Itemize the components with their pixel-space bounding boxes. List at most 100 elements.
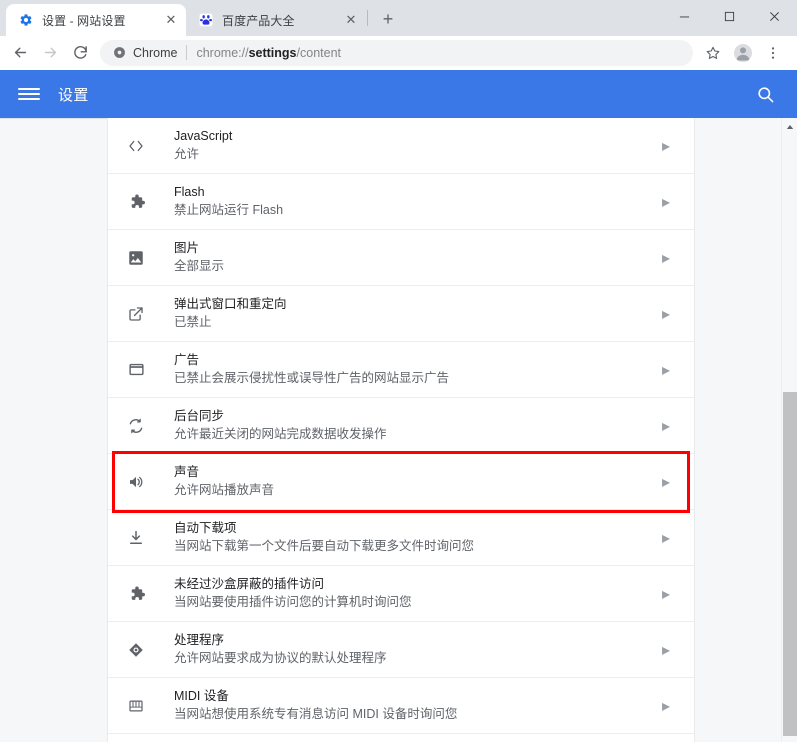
chevron-right-icon[interactable]: ▸ xyxy=(656,248,676,268)
settings-row-title: Flash xyxy=(174,185,205,199)
settings-row-text: 声音允许网站播放声音 xyxy=(174,464,656,499)
midi-icon xyxy=(124,694,148,718)
settings-row-subtitle: 允许最近关闭的网站完成数据收发操作 xyxy=(174,427,387,441)
settings-row-title: JavaScript xyxy=(174,129,233,143)
settings-row[interactable]: Flash 禁止网站运行 Flash ▸ xyxy=(108,174,694,230)
settings-row[interactable]: 后台同步 允许最近关闭的网站完成数据收发操作 ▸ xyxy=(108,398,694,454)
omnibox-divider xyxy=(186,45,188,60)
settings-row-title: 未经过沙盒屏蔽的插件访问 xyxy=(174,577,325,591)
settings-row-text: JavaScript 允许 xyxy=(174,128,656,163)
tab-strip: 设置 - 网站设置 ✕ 百度产品大全 ✕ + xyxy=(0,0,797,36)
tab-close-button[interactable]: ✕ xyxy=(342,11,360,29)
settings-row-text: 图片 全部显示 xyxy=(174,240,656,275)
settings-row[interactable]: JavaScript 允许 ▸ xyxy=(108,118,694,174)
tab-close-button[interactable]: ✕ xyxy=(162,11,180,29)
settings-row-text: 后台同步允许最近关闭的网站完成数据收发操作 xyxy=(174,408,656,443)
chrome-security-icon xyxy=(112,46,126,60)
chevron-right-icon[interactable]: ▸ xyxy=(656,304,676,324)
vertical-scrollbar[interactable] xyxy=(781,118,797,742)
settings-row[interactable]: 未经过沙盒屏蔽的插件访问 当网站要使用插件访问您的计算机时询问您 ▸ xyxy=(108,566,694,622)
download-icon xyxy=(124,526,148,550)
settings-row-title: 广告 xyxy=(174,353,200,367)
settings-row-subtitle: 已禁止 xyxy=(174,315,212,329)
settings-row[interactable]: MIDI 设备 当网站想使用系统专有消息访问 MIDI 设备时询问您 ▸ xyxy=(108,678,694,734)
settings-row-subtitle: 禁止网站运行 Flash xyxy=(174,203,284,217)
baidu-icon xyxy=(198,12,214,28)
settings-row-text: 处理程序允许网站要求成为协议的默认处理程序 xyxy=(174,632,656,667)
settings-row-text: 自动下载项当网站下载第一个文件后要自动下载更多文件时询问您 xyxy=(174,520,656,555)
settings-row-subtitle: 允许网站播放声音 xyxy=(174,483,275,497)
settings-row-text: MIDI 设备当网站想使用系统专有消息访问 MIDI 设备时询问您 xyxy=(174,688,656,723)
search-icon[interactable] xyxy=(753,82,777,106)
settings-row-title: 弹出式窗口和重定向 xyxy=(174,297,287,311)
address-bar[interactable]: Chrome chrome://settings/content xyxy=(100,39,693,66)
settings-row-title: 图片 xyxy=(174,241,200,255)
settings-row-title: 处理程序 xyxy=(174,633,225,647)
chevron-right-icon[interactable]: ▸ xyxy=(656,136,676,156)
back-icon[interactable] xyxy=(6,39,34,67)
settings-row-text: Flash 禁止网站运行 Flash xyxy=(174,184,656,219)
settings-row[interactable]: 处理程序 允许网站要求成为协议的默认处理程序 ▸ xyxy=(108,622,694,678)
avatar xyxy=(734,43,752,62)
settings-row-subtitle: 当网站想使用系统专有消息访问 MIDI 设备时询问您 xyxy=(174,707,458,721)
code-icon xyxy=(124,134,148,158)
settings-row-title: MIDI 设备 xyxy=(174,689,229,703)
window-controls xyxy=(662,0,797,32)
volume-icon xyxy=(124,470,148,494)
chevron-right-icon[interactable]: ▸ xyxy=(656,192,676,212)
settings-row-subtitle: 允许 xyxy=(174,147,200,161)
chevron-right-icon[interactable]: ▸ xyxy=(656,584,676,604)
chevron-right-icon[interactable]: ▸ xyxy=(656,696,676,716)
settings-row-title: 声音 xyxy=(174,465,200,479)
chevron-right-icon[interactable]: ▸ xyxy=(656,360,676,380)
url-prefix: chrome:// xyxy=(196,45,249,60)
settings-row-text: 未经过沙盒屏蔽的插件访问当网站要使用插件访问您的计算机时询问您 xyxy=(174,576,656,611)
close-window-button[interactable] xyxy=(752,0,797,32)
settings-row-text: 弹出式窗口和重定向 已禁止 xyxy=(174,296,656,331)
reload-icon[interactable] xyxy=(66,39,94,67)
sync-icon xyxy=(124,414,148,438)
scrollbar-thumb[interactable] xyxy=(783,392,797,736)
url-host: settings xyxy=(248,45,297,60)
tab-separator xyxy=(367,10,368,26)
settings-row[interactable]: 声音 允许网站播放声音 ▸ xyxy=(108,454,694,510)
hamburger-menu-icon[interactable] xyxy=(18,83,40,105)
settings-header: 设置 xyxy=(0,70,797,118)
maximize-button[interactable] xyxy=(707,0,752,32)
chevron-right-icon[interactable]: ▸ xyxy=(656,640,676,660)
settings-row[interactable]: 图片 全部显示 ▸ xyxy=(108,230,694,286)
settings-row-subtitle: 已禁止会展示侵扰性或误导性广告的网站显示广告 xyxy=(174,371,450,385)
gutter-divider xyxy=(0,118,107,119)
forward-icon[interactable] xyxy=(36,39,64,67)
chevron-right-icon[interactable]: ▸ xyxy=(656,416,676,436)
settings-row[interactable]: 广告已禁止会展示侵扰性或误导性广告的网站显示广告 ▸ xyxy=(108,342,694,398)
chevron-right-icon[interactable]: ▸ xyxy=(656,528,676,548)
gear-icon xyxy=(18,12,34,28)
settings-row[interactable]: 自动下载项 当网站下载第一个文件后要自动下载更多文件时询问您 ▸ xyxy=(108,510,694,566)
puzzle-icon xyxy=(124,190,148,214)
browser-tab-settings[interactable]: 设置 - 网站设置 ✕ xyxy=(6,4,186,36)
tab-title: 设置 - 网站设置 xyxy=(42,13,126,28)
profile-avatar[interactable] xyxy=(729,39,757,67)
open-in-new-icon xyxy=(124,302,148,326)
chevron-right-icon[interactable]: ▸ xyxy=(656,472,676,492)
browser-toolbar: Chrome chrome://settings/content xyxy=(0,36,797,70)
new-tab-button[interactable]: + xyxy=(374,5,402,33)
settings-row-title: 自动下载项 xyxy=(174,521,237,535)
chrome-menu-icon[interactable] xyxy=(759,39,787,67)
settings-row-subtitle: 允许网站要求成为协议的默认处理程序 xyxy=(174,651,387,665)
bookmark-star-icon[interactable] xyxy=(699,39,727,67)
page-title: 设置 xyxy=(58,86,89,104)
security-chip-label: Chrome xyxy=(133,45,178,60)
settings-row-subtitle: 当网站下载第一个文件后要自动下载更多文件时询问您 xyxy=(174,539,475,553)
ads-window-icon xyxy=(124,358,148,382)
settings-row-title: 后台同步 xyxy=(174,409,225,423)
scroll-up-arrow-icon[interactable] xyxy=(782,120,797,134)
url-text: chrome://settings/content xyxy=(196,46,341,60)
tab-title: 百度产品大全 xyxy=(222,13,295,28)
minimize-button[interactable] xyxy=(662,0,707,32)
settings-row[interactable]: 弹出式窗口和重定向 已禁止 ▸ xyxy=(108,286,694,342)
settings-row-subtitle: 当网站要使用插件访问您的计算机时询问您 xyxy=(174,595,412,609)
browser-tab-baidu[interactable]: 百度产品大全 ✕ xyxy=(186,4,366,36)
puzzle-icon xyxy=(124,582,148,606)
